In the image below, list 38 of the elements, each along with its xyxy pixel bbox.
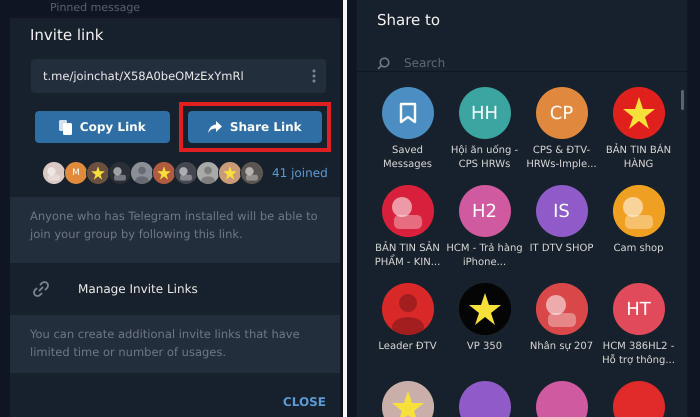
- link-icon: [32, 280, 50, 298]
- chat-avatar[interactable]: H2: [458, 185, 510, 237]
- chat-avatar[interactable]: IS: [536, 185, 588, 237]
- invite-link-field[interactable]: t.me/joinchat/X58A0beOMzExYmRl: [31, 59, 326, 93]
- member-avatar: M: [64, 161, 88, 185]
- chat-name: Cam shop: [612, 242, 665, 256]
- scrollbar-thumb[interactable]: [681, 90, 684, 110]
- manage-info-text: You can create additional invite links that have limited time or number of usages.: [30, 326, 301, 361]
- chat-name: Saved Messages: [382, 144, 434, 172]
- chat-name: HCM - Trả hàng iPhone...: [446, 242, 523, 270]
- chat-name: CPS & ĐTV-HRWs-Imple...: [525, 144, 598, 172]
- chat-name: IT DTV SHOP: [528, 242, 594, 256]
- chat-avatar[interactable]: [382, 87, 434, 139]
- chat-name: Leader ĐTV: [377, 340, 438, 354]
- chat-name: HCM 386HL2 - Hỗ trợ thông...: [601, 340, 676, 368]
- chat-name: BẢN TIN BÁN HÀNG: [604, 144, 672, 172]
- pinned-message-label: Pinned message: [50, 2, 140, 14]
- more-icon[interactable]: [312, 69, 316, 83]
- dialog-title: Share to: [376, 10, 442, 29]
- chat-name: BẢN TIN SẢN PHẨM - KIN...: [374, 242, 442, 270]
- dialog-title: Invite link: [29, 25, 104, 44]
- chat-avatar[interactable]: HH: [458, 87, 510, 139]
- invite-info-text: Anyone who has Telegram installed will be able to join your group by following this link.: [30, 208, 319, 243]
- search-icon: [377, 56, 390, 70]
- share-arrow-icon: [208, 121, 222, 133]
- search-field[interactable]: Search: [402, 55, 606, 71]
- chat-name: VP 350: [466, 340, 504, 354]
- chat-name: Nhân sự 207: [528, 340, 594, 354]
- close-button[interactable]: CLOSE: [280, 393, 328, 411]
- copy-icon: [58, 120, 72, 134]
- joined-count-link[interactable]: 41 joined: [272, 166, 328, 180]
- chat-avatar[interactable]: HT: [612, 283, 664, 335]
- copy-link-button[interactable]: Copy Link: [35, 111, 170, 143]
- share-link-button[interactable]: Share Link: [188, 111, 322, 143]
- manage-invite-links-item[interactable]: Manage Invite Links: [10, 263, 340, 315]
- bookmark-icon: [398, 102, 416, 124]
- chat-avatar[interactable]: CP: [536, 87, 588, 139]
- chat-name: Hội ăn uống - CPS HRWs: [450, 144, 520, 172]
